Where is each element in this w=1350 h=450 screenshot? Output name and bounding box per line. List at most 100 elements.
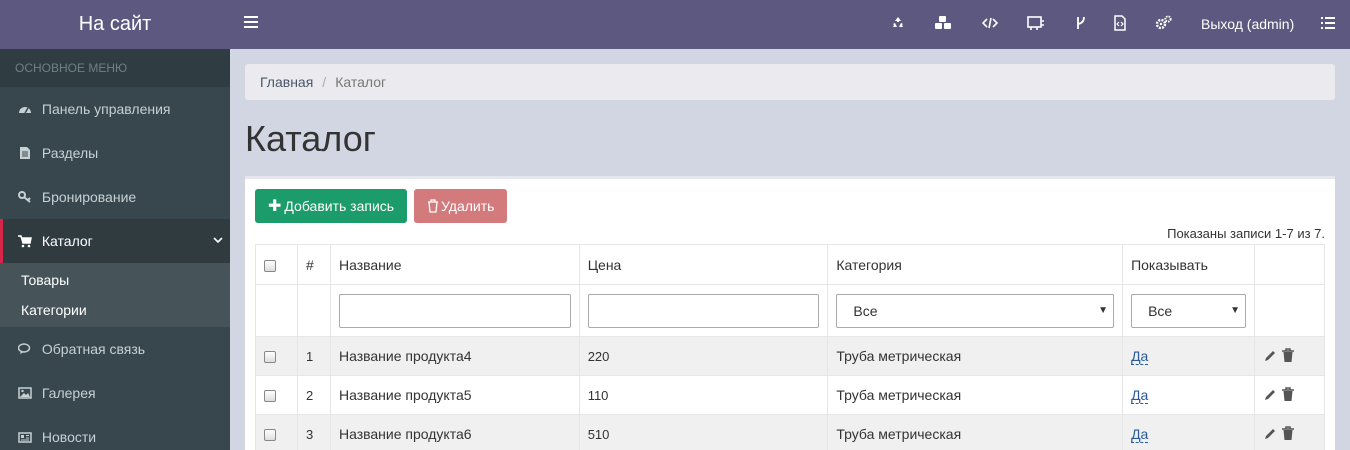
row-show-toggle[interactable]: Да [1131, 348, 1149, 365]
sitemap-icon[interactable] [1027, 15, 1045, 31]
code-icon[interactable] [982, 15, 998, 31]
sidebar-item-gallery[interactable]: Галерея [0, 371, 230, 415]
sidebar-item-dashboard[interactable]: Панель управления [0, 87, 230, 131]
column-header-category[interactable]: Категория [827, 244, 1124, 285]
top-navbar: На сайт Выход (admin) [0, 0, 1350, 49]
filter-cell [255, 284, 298, 337]
row-number: 3 [296, 414, 331, 450]
newspaper-icon [18, 430, 32, 444]
submenu-item-categories[interactable]: Категории [0, 295, 230, 325]
row-number: 2 [296, 375, 331, 415]
row-select-cell [255, 375, 298, 415]
breadcrumb-separator: / [322, 74, 327, 90]
trash-icon [427, 191, 439, 213]
row-category: Труба метрическая [827, 414, 1124, 450]
column-header-show[interactable]: Показывать [1122, 244, 1255, 285]
row-category: Труба метрическая [827, 336, 1124, 376]
dropdown-arrow-icon: ▼ [1098, 304, 1109, 316]
catalog-submenu: Товары Категории [0, 263, 230, 327]
filter-cell [1254, 284, 1325, 337]
comments-icon [18, 342, 32, 356]
row-actions [1254, 375, 1325, 415]
list-icon[interactable] [1321, 16, 1335, 30]
edit-icon[interactable] [1263, 426, 1277, 441]
catalog-table: # Название Цена Категория Показывать Все… [255, 244, 1325, 450]
edit-icon[interactable] [1263, 387, 1277, 402]
dashboard-icon [18, 102, 32, 116]
column-header-number[interactable]: # [296, 244, 331, 285]
delete-button[interactable]: Удалить [414, 189, 508, 223]
fork-icon[interactable] [1073, 15, 1089, 31]
trash-icon[interactable] [1281, 387, 1295, 402]
catalog-panel: ✚ Добавить запись Удалить Показаны записи… [245, 176, 1335, 450]
row-price: 220 [578, 336, 829, 376]
key-icon [18, 190, 32, 204]
sidebar-item-label: Бронирование [41, 189, 137, 205]
image-icon [18, 386, 32, 400]
table-row: 3 Название продукта6 510 Труба метрическ… [255, 414, 1325, 450]
file-code-icon[interactable] [1112, 15, 1128, 31]
menu-toggle-icon[interactable] [244, 16, 258, 30]
column-header-price[interactable]: Цена [578, 244, 829, 285]
dropdown-arrow-icon: ▼ [1230, 304, 1240, 316]
sidebar-item-label: Каталог [41, 233, 93, 249]
filter-cell: Все ▼ [827, 284, 1124, 337]
breadcrumb: Главная / Каталог [245, 64, 1335, 100]
add-record-label: Добавить запись [284, 198, 395, 214]
sidebar-item-label: Обратная связь [41, 341, 146, 357]
breadcrumb-home[interactable]: Главная [260, 74, 313, 90]
trash-icon[interactable] [1281, 348, 1295, 363]
sidebar-item-catalog[interactable]: Каталог [0, 219, 230, 263]
row-show-toggle[interactable]: Да [1131, 426, 1149, 443]
category-filter-value: Все [853, 302, 878, 319]
row-show-toggle[interactable]: Да [1131, 387, 1149, 404]
filter-cell [329, 284, 580, 337]
row-price: 110 [578, 375, 829, 415]
row-name: Название продукта5 [329, 375, 580, 415]
show-filter-select[interactable]: Все ▼ [1131, 293, 1246, 328]
sidebar: ОСНОВНОЕ МЕНЮ Панель управления Разделы … [0, 49, 230, 450]
name-filter-input[interactable] [338, 293, 571, 328]
show-filter-value: Все [1148, 302, 1173, 319]
edit-icon[interactable] [1263, 348, 1277, 363]
select-all-cell [255, 244, 298, 285]
table-header-row: # Название Цена Категория Показывать [255, 244, 1325, 285]
records-info: Показаны записи 1-7 из 7. [1167, 226, 1325, 241]
row-checkbox[interactable] [264, 390, 276, 403]
sidebar-item-label: Разделы [41, 145, 99, 161]
row-actions [1254, 336, 1325, 376]
select-all-checkbox[interactable] [264, 259, 276, 272]
row-show-cell: Да [1122, 336, 1255, 376]
row-price: 510 [578, 414, 829, 450]
column-header-name[interactable]: Название [329, 244, 580, 285]
cubes-icon[interactable] [934, 15, 952, 31]
file-icon [18, 146, 32, 160]
sidebar-item-label: Новости [41, 429, 97, 445]
sidebar-item-feedback[interactable]: Обратная связь [0, 327, 230, 371]
sidebar-item-booking[interactable]: Бронирование [0, 175, 230, 219]
chevron-down-icon[interactable] [212, 219, 224, 263]
category-filter-select[interactable]: Все ▼ [836, 293, 1115, 328]
price-filter-input[interactable] [587, 293, 820, 328]
logout-link[interactable]: Выход (admin) [1201, 0, 1294, 49]
row-select-cell [255, 414, 298, 450]
submenu-item-products[interactable]: Товары [0, 265, 230, 295]
table-row: 2 Название продукта5 110 Труба метрическ… [255, 375, 1325, 415]
row-select-cell [255, 336, 298, 376]
site-link[interactable]: На сайт [0, 0, 230, 49]
table-row: 1 Название продукта4 220 Труба метрическ… [255, 336, 1325, 376]
recycle-icon[interactable] [890, 15, 906, 31]
sidebar-item-sections[interactable]: Разделы [0, 131, 230, 175]
row-checkbox[interactable] [264, 351, 276, 364]
add-record-button[interactable]: ✚ Добавить запись [255, 189, 408, 223]
page-title: Каталог [245, 118, 376, 159]
trash-icon[interactable] [1281, 426, 1295, 441]
delete-label: Удалить [441, 198, 495, 214]
filter-row: Все ▼ Все ▼ [255, 284, 1325, 337]
row-show-cell: Да [1122, 414, 1255, 450]
sidebar-item-label: Панель управления [41, 101, 171, 117]
cogs-icon[interactable] [1155, 15, 1173, 31]
row-number: 1 [296, 336, 331, 376]
row-checkbox[interactable] [264, 429, 276, 442]
sidebar-item-news[interactable]: Новости [0, 415, 230, 450]
